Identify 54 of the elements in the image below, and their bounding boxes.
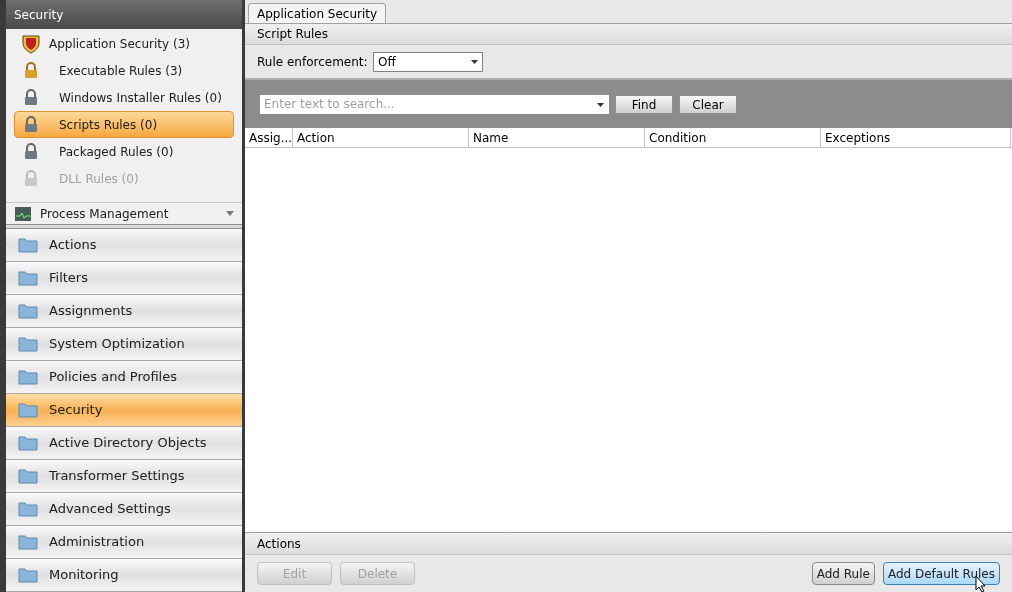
monitor-icon [14,205,32,222]
nav-button[interactable]: Transformer Settings [6,460,242,493]
nav-button[interactable]: Assignments [6,295,242,328]
padlock-icon [24,143,38,161]
tree-item[interactable]: Executable Rules (3) [14,57,234,85]
section-label[interactable]: Process Management [40,204,226,223]
column-header[interactable]: Condition [645,128,821,147]
padlock-icon [24,62,38,80]
nav-button[interactable]: Active Directory Objects [6,427,242,460]
nav-button[interactable]: Policies and Profiles [6,361,242,394]
nav-button[interactable]: Monitoring [6,559,242,592]
field-label: Rule enforcement: [257,53,369,71]
nav-button[interactable]: Actions [6,229,242,262]
tree-item[interactable]: Scripts Rules (0) [14,111,234,139]
sidebar-header: Security [6,0,242,30]
padlock-icon [24,170,38,188]
search-button[interactable]: Find [615,94,673,114]
folder-icon [18,468,38,484]
shield-icon [22,33,40,54]
nav-button[interactable]: Advanced Settings [6,493,242,526]
folder-icon [18,402,38,418]
folder-icon [18,237,38,253]
column-header[interactable]: Name [469,128,645,147]
search-field[interactable]: Enter text to search... [260,94,609,114]
tab[interactable]: Application Security [248,3,387,23]
search-button[interactable]: Clear [679,94,737,114]
action-button[interactable]: Add Rule [811,562,875,585]
panel-title: Script Rules [245,24,1012,45]
padlock-icon [24,116,38,134]
primary-button[interactable]: Add Default Rules [882,562,1000,585]
nav-button[interactable]: System Optimization [6,328,242,361]
folder-icon [18,369,38,385]
folder-icon [18,270,38,286]
column-header[interactable]: Action [293,128,469,147]
padlock-icon [24,89,38,107]
tree-item[interactable]: Application Security (3) [14,30,234,58]
tree-item[interactable]: Packaged Rules (0) [14,138,234,166]
dropdown-arrow-icon[interactable] [226,211,234,217]
folder-icon [18,534,38,550]
folder-icon [18,435,38,451]
caret-icon [597,102,604,107]
enforcement-dropdown[interactable]: Off [373,51,483,72]
actions-header: Actions [245,533,1012,555]
column-header[interactable]: Assig... [245,128,293,147]
nav-button[interactable]: Filters [6,262,242,295]
caret-icon [471,59,478,64]
folder-icon [18,336,38,352]
nav-button[interactable]: Security [6,394,242,427]
folder-icon [18,303,38,319]
tree-item[interactable]: Windows Installer Rules (0) [14,84,234,112]
column-header[interactable]: Exceptions [821,128,1011,147]
folder-icon [18,567,38,583]
folder-icon [18,501,38,517]
nav-button[interactable]: Administration [6,526,242,559]
